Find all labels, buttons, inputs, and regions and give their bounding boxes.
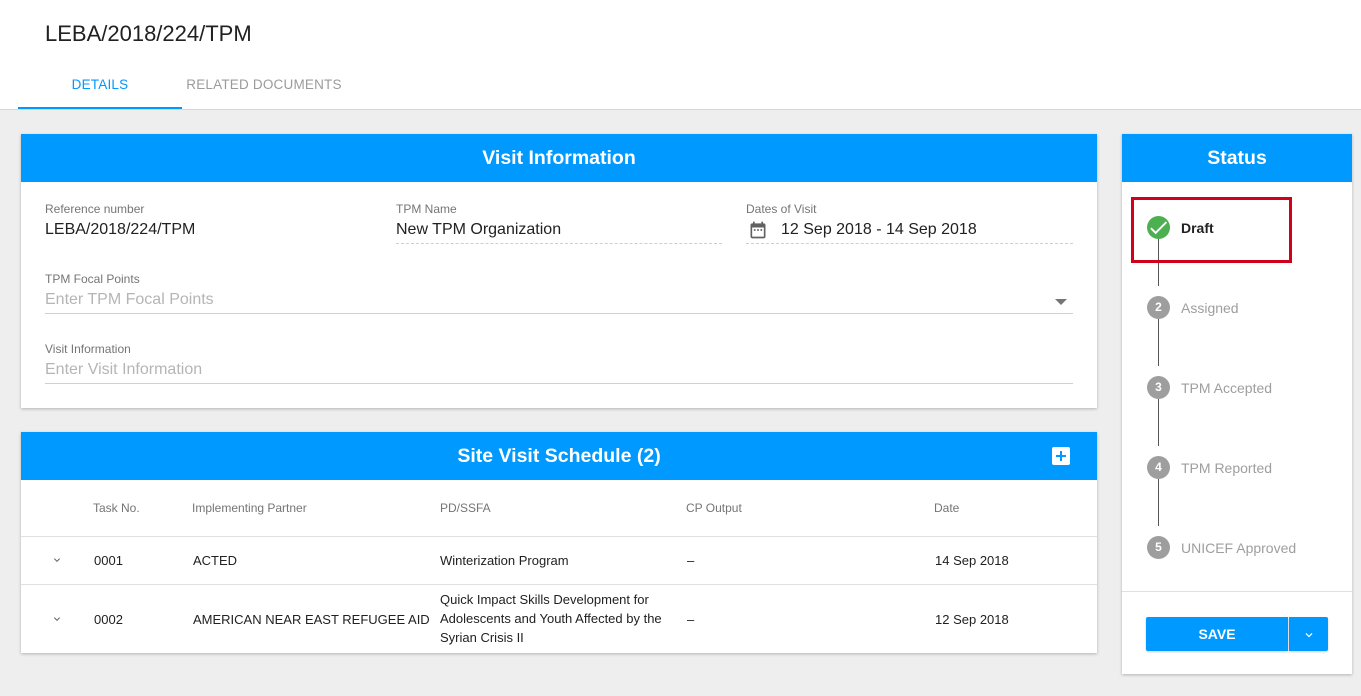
step-3-number: 3 — [1147, 376, 1170, 399]
reference-number-label: Reference number — [45, 202, 145, 216]
status-card: Status Draft 2 Assigned 3 TPM Accepted 4… — [1122, 134, 1352, 674]
column-task-no[interactable]: Task No. — [93, 501, 140, 515]
step-connector — [1158, 478, 1159, 526]
row-task-no: 0001 — [94, 553, 123, 568]
visit-information-field-label: Visit Information — [45, 342, 131, 356]
row-cp-output: – — [687, 612, 695, 627]
site-visit-schedule-heading: Site Visit Schedule (2) — [457, 445, 661, 467]
visit-information-card: Visit Information Reference number LEBA/… — [21, 134, 1097, 408]
step-connector — [1158, 398, 1159, 446]
dates-of-visit-label: Dates of Visit — [746, 202, 817, 216]
visit-information-input[interactable]: Enter Visit Information — [45, 361, 202, 379]
step-4-number: 4 — [1147, 456, 1170, 479]
dropdown-arrow-icon[interactable] — [1055, 299, 1067, 305]
tpm-focal-points-label: TPM Focal Points — [45, 272, 140, 286]
page-header: LEBA/2018/224/TPM DETAILS RELATED DOCUME… — [0, 0, 1361, 110]
row-date: 14 Sep 2018 — [935, 553, 1009, 568]
column-pd-ssfa[interactable]: PD/SSFA — [440, 501, 491, 515]
step-tpm-reported-label: TPM Reported — [1181, 460, 1273, 476]
row-date: 12 Sep 2018 — [935, 612, 1009, 627]
tpm-focal-points-input[interactable]: Enter TPM Focal Points — [45, 291, 214, 309]
row-task-no: 0002 — [94, 612, 123, 627]
site-visit-schedule-card: Site Visit Schedule (2) Task No. Impleme… — [21, 432, 1097, 653]
tpm-name-label: TPM Name — [396, 202, 457, 216]
step-5-number: 5 — [1147, 536, 1170, 559]
step-unicef-approved-label: UNICEF Approved — [1181, 540, 1297, 556]
visit-information-title: Visit Information — [21, 134, 1097, 182]
column-implementing-partner[interactable]: Implementing Partner — [192, 501, 307, 515]
step-tpm-accepted-label: TPM Accepted — [1181, 380, 1273, 396]
visit-information-underline — [45, 383, 1073, 384]
site-visit-schedule-title: Site Visit Schedule (2) — [21, 432, 1097, 480]
column-date[interactable]: Date — [934, 501, 959, 515]
status-divider — [1122, 591, 1352, 592]
row-pd-ssfa-line: Syrian Crisis II — [440, 630, 524, 645]
page-title: LEBA/2018/224/TPM — [45, 21, 252, 46]
status-title: Status — [1122, 134, 1352, 182]
reference-number-value: LEBA/2018/224/TPM — [45, 221, 196, 238]
tpm-name-underline — [396, 243, 722, 244]
calendar-icon[interactable] — [748, 220, 768, 240]
tab-details[interactable]: DETAILS — [18, 66, 182, 109]
row-partner: AMERICAN NEAR EAST REFUGEE AID — [193, 612, 430, 627]
highlight-box — [1131, 197, 1292, 263]
chevron-down-icon[interactable] — [51, 554, 63, 566]
dates-of-visit-underline — [746, 243, 1073, 244]
chevron-down-icon[interactable] — [51, 613, 63, 625]
add-icon[interactable] — [1052, 447, 1070, 465]
table-header-divider — [21, 536, 1097, 537]
tpm-focal-points-underline — [45, 313, 1073, 314]
column-cp-output[interactable]: CP Output — [686, 501, 742, 515]
dates-of-visit-value[interactable]: 12 Sep 2018 - 14 Sep 2018 — [781, 221, 977, 239]
row-pd-ssfa-line: Adolescents and Youth Affected by the — [440, 611, 662, 626]
step-connector — [1158, 318, 1159, 366]
step-2-number: 2 — [1147, 296, 1170, 319]
row-partner: ACTED — [193, 553, 238, 568]
tpm-name-value: New TPM Organization — [396, 221, 562, 238]
row-divider — [21, 584, 1097, 585]
row-cp-output: – — [687, 553, 695, 568]
save-options-button[interactable] — [1289, 617, 1328, 651]
row-pd-ssfa: Quick Impact Skills Development for Adol… — [440, 590, 675, 647]
row-pd-ssfa: Winterization Program — [440, 553, 569, 568]
chevron-down-icon — [1305, 633, 1313, 638]
row-pd-ssfa-line: Quick Impact Skills Development for — [440, 592, 649, 607]
save-button[interactable]: SAVE — [1146, 617, 1288, 651]
tab-related-documents[interactable]: RELATED DOCUMENTS — [182, 66, 346, 109]
step-assigned-label: Assigned — [1181, 300, 1239, 316]
